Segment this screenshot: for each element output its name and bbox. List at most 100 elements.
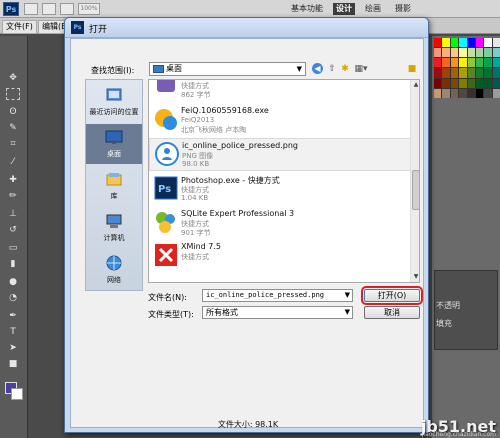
file-name: XMind 7.5 — [181, 242, 222, 251]
history-brush-tool-icon[interactable]: ↺ — [6, 224, 20, 236]
place-desktop[interactable]: 桌面 — [86, 124, 142, 164]
computer-icon — [106, 214, 122, 228]
up-folder-icon[interactable]: ⇧ — [326, 63, 338, 75]
lasso-tool-icon[interactable]: ʘ — [6, 106, 20, 118]
shape-tool-icon[interactable]: ■ — [6, 358, 20, 370]
shortcut-icon — [157, 80, 175, 92]
place-label-network: 网络 — [107, 276, 121, 284]
scroll-thumb[interactable] — [412, 170, 419, 210]
marquee-tool-icon[interactable] — [6, 88, 20, 100]
pen-tool-icon[interactable]: ✒ — [6, 310, 20, 322]
quick-select-tool-icon[interactable]: ✎ — [6, 122, 20, 134]
place-recent[interactable]: 最近访问的位置 — [86, 82, 142, 122]
network-icon — [106, 255, 122, 271]
view-extras-icon[interactable] — [60, 3, 74, 15]
libraries-icon — [106, 173, 122, 186]
path-selection-tool-icon[interactable]: ➤ — [6, 342, 20, 354]
file-item[interactable]: FeiQ.1060559168.exe FeiQ2013 北京飞秋网络 卢本陶 — [149, 104, 411, 137]
file-size-status: 文件大小: 98.1K — [217, 420, 279, 429]
new-folder-right-icon[interactable]: ■ — [406, 63, 418, 75]
bridge-icon[interactable] — [24, 3, 38, 15]
zoom-level-select[interactable]: 100% — [78, 3, 100, 15]
police-image-icon — [155, 142, 179, 166]
workspace-design[interactable]: 设计 — [333, 3, 355, 15]
place-label-desktop: 桌面 — [107, 150, 121, 158]
back-icon[interactable]: ◀ — [312, 63, 323, 74]
place-computer[interactable]: 计算机 — [86, 208, 142, 248]
chevron-down-icon[interactable]: ▼ — [345, 290, 350, 301]
desktop-icon — [105, 130, 123, 144]
look-in-select[interactable]: 桌面 ▼ — [149, 62, 306, 76]
file-type-label: 文件类型(T): — [148, 310, 194, 319]
mini-bridge-icon[interactable] — [42, 3, 56, 15]
scroll-down-icon[interactable]: ▼ — [411, 272, 419, 282]
dodge-tool-icon[interactable]: ◔ — [6, 292, 20, 304]
open-button[interactable]: 打开(O) — [361, 286, 423, 305]
file-name: ic_online_police_pressed.png — [182, 141, 298, 150]
file-item[interactable]: Ps Photoshop.exe - 快捷方式 快捷方式 1.04 KB — [149, 173, 411, 206]
blur-tool-icon[interactable]: ● — [6, 276, 20, 288]
file-item[interactable]: XMind 7.5 快捷方式 — [149, 240, 411, 273]
file-item-selected[interactable]: ic_online_police_pressed.png PNG 图像 98.0… — [149, 138, 411, 171]
place-libraries[interactable]: 库 — [86, 166, 142, 206]
move-tool-icon[interactable]: ✥ — [6, 72, 20, 84]
brush-tool-icon[interactable]: ✏ — [6, 190, 20, 202]
dialog-titlebar[interactable]: Ps 打开 — [65, 18, 428, 38]
file-size: 901 字节 — [181, 229, 211, 237]
scroll-up-icon[interactable]: ▲ — [411, 80, 419, 90]
file-size: 1.04 KB — [181, 194, 209, 202]
file-name-input[interactable]: ic_online_police_pressed.png ▼ — [202, 289, 353, 302]
file-size: 北京飞秋网络 卢本陶 — [181, 126, 247, 134]
tools-panel: ✥ ʘ ✎ ⌗ ⁄ ✚ ✏ ⊥ ↺ ▭ ▮ ● ◔ ✒ T ➤ ■ — [0, 36, 28, 438]
chevron-down-icon: ▼ — [296, 65, 302, 73]
sqlite-icon — [156, 212, 175, 233]
file-name-label: 文件名(N): — [148, 293, 187, 302]
file-name: FeiQ.1060559168.exe — [181, 106, 269, 115]
dialog-body: 查找范围(I): 桌面 ▼ ◀ ⇧ ✱ ▦▾ ■ 最近访问的位置 桌面 库 计算… — [70, 38, 424, 429]
file-type: FeiQ2013 — [181, 116, 215, 124]
swatches-panel[interactable] — [434, 38, 500, 98]
look-in-label: 查找范围(I): — [91, 66, 135, 75]
zoom-level-text: 100% — [80, 5, 98, 12]
photoshop-icon: Ps — [154, 176, 178, 200]
watermark-sub: jiaocheng.chazidian.com — [421, 431, 496, 438]
file-name: SQLite Expert Professional 3 — [181, 209, 295, 218]
opacity-label: 不透明 — [436, 301, 460, 310]
type-tool-icon[interactable]: T — [6, 326, 20, 338]
place-network[interactable]: 网络 — [86, 250, 142, 290]
place-label-computer: 计算机 — [103, 234, 125, 242]
svg-text:Ps: Ps — [158, 184, 171, 195]
photoshop-logo: Ps — [3, 2, 19, 16]
eyedropper-tool-icon[interactable]: ⁄ — [6, 156, 20, 168]
file-item[interactable]: 快捷方式 862 字节 — [149, 80, 411, 103]
file-size: 862 字节 — [181, 91, 211, 99]
place-label-libraries: 库 — [110, 192, 118, 200]
background-color-swatch[interactable] — [11, 388, 23, 400]
gradient-tool-icon[interactable]: ▮ — [6, 258, 20, 270]
workspace-photography[interactable]: 摄影 — [392, 3, 414, 15]
new-folder-icon[interactable]: ✱ — [339, 63, 351, 75]
file-name-input-value: ic_online_police_pressed.png — [206, 291, 325, 299]
file-type: 快捷方式 — [181, 253, 209, 261]
healing-brush-tool-icon[interactable]: ✚ — [6, 174, 20, 186]
view-menu-icon[interactable]: ▦▾ — [352, 63, 370, 75]
menu-file[interactable]: 文件(F) — [2, 20, 37, 34]
recent-places-icon — [106, 88, 122, 101]
file-type-select[interactable]: 所有格式 ▼ — [202, 306, 353, 319]
clone-stamp-tool-icon[interactable]: ⊥ — [6, 208, 20, 220]
file-list[interactable]: 快捷方式 862 字节 FeiQ.1060559168.exe FeiQ2013… — [148, 79, 420, 283]
desktop-folder-icon — [153, 65, 164, 73]
crop-tool-icon[interactable]: ⌗ — [6, 138, 20, 150]
feiq-icon — [155, 109, 177, 130]
chevron-down-icon: ▼ — [344, 308, 350, 316]
eraser-tool-icon[interactable]: ▭ — [6, 242, 20, 254]
workspace-basic[interactable]: 基本功能 — [288, 3, 326, 15]
look-in-value: 桌面 — [166, 64, 182, 73]
file-list-scrollbar[interactable]: ▲ ▼ — [410, 80, 419, 282]
file-item[interactable]: SQLite Expert Professional 3 快捷方式 901 字节 — [149, 207, 411, 240]
photoshop-icon: Ps — [71, 21, 84, 34]
workspace-painting[interactable]: 绘画 — [362, 3, 384, 15]
photoshop-app-bar: Ps 100% 基本功能 设计 绘画 摄影 — [0, 0, 500, 18]
cancel-button[interactable]: 取消 — [364, 306, 420, 319]
places-bar: 最近访问的位置 桌面 库 计算机 网络 — [85, 79, 143, 291]
